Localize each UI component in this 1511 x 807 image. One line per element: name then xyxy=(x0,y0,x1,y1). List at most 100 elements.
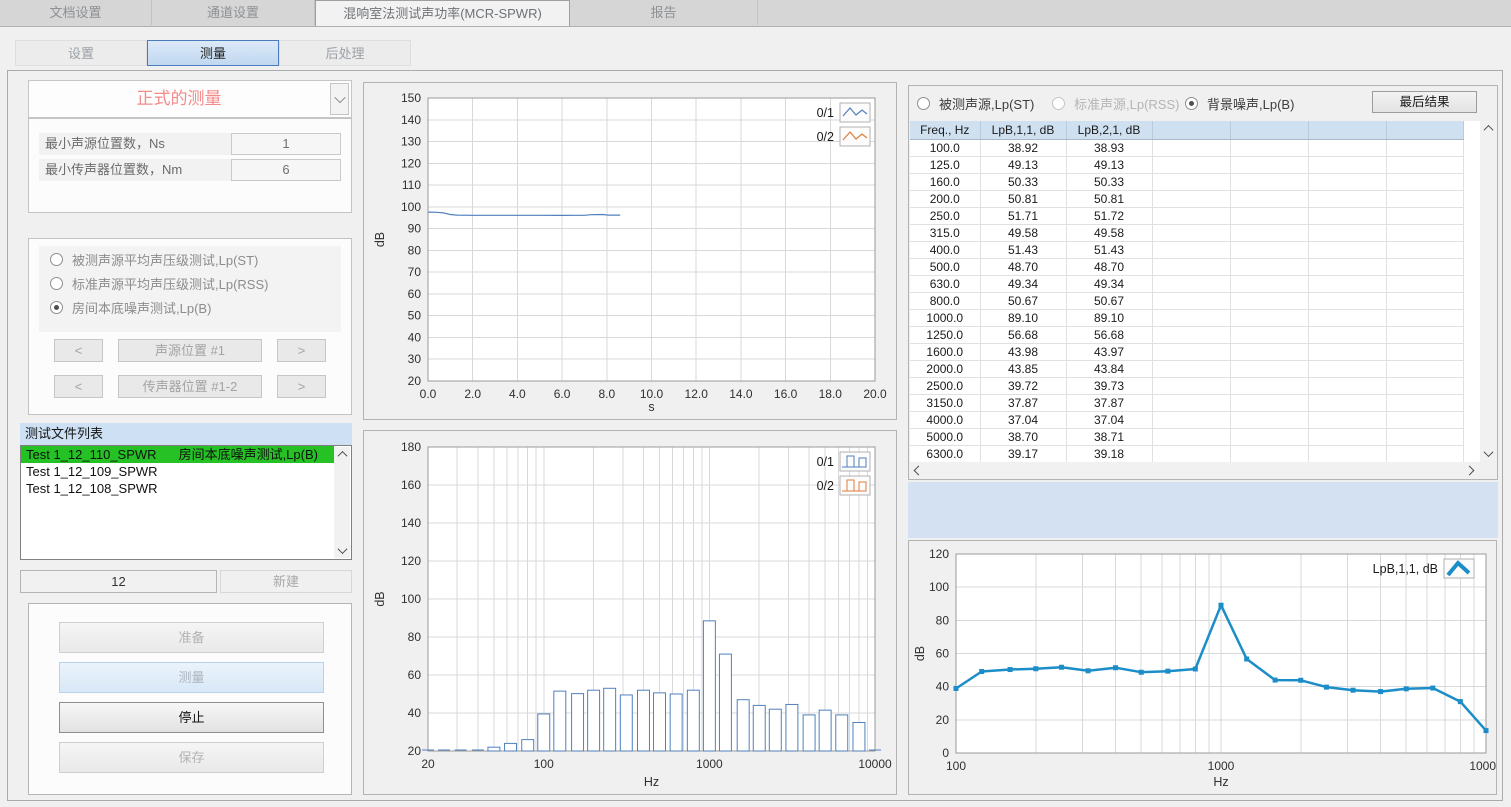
table-cell[interactable] xyxy=(1152,361,1230,378)
table-cell[interactable] xyxy=(1386,208,1463,225)
table-cell[interactable]: 3150.0 xyxy=(910,395,980,412)
table-cell[interactable] xyxy=(1308,174,1386,191)
table-cell[interactable] xyxy=(1386,191,1463,208)
subtab-measure[interactable]: 测量 xyxy=(147,40,279,66)
table-cell[interactable]: 50.67 xyxy=(1066,293,1152,310)
table-cell[interactable] xyxy=(1308,395,1386,412)
table-cell[interactable]: 38.92 xyxy=(980,140,1066,157)
table-row[interactable]: 5000.038.7038.71 xyxy=(910,429,1463,446)
table-cell[interactable]: 50.33 xyxy=(1066,174,1152,191)
mode-dropdown-button[interactable] xyxy=(330,83,349,115)
measure-button[interactable]: 测量 xyxy=(59,662,324,693)
table-cell[interactable] xyxy=(1308,208,1386,225)
table-cell[interactable] xyxy=(1386,225,1463,242)
table-cell[interactable] xyxy=(1152,446,1230,463)
table-cell[interactable] xyxy=(1230,429,1308,446)
table-cell[interactable] xyxy=(1308,293,1386,310)
table-cell[interactable] xyxy=(1308,446,1386,463)
table-cell[interactable]: 38.71 xyxy=(1066,429,1152,446)
table-cell[interactable]: 89.10 xyxy=(980,310,1066,327)
table-cell[interactable]: 48.70 xyxy=(1066,259,1152,276)
source-option-b[interactable]: 背景噪声,Lp(B) xyxy=(1185,95,1294,111)
table-cell[interactable]: 56.68 xyxy=(980,327,1066,344)
source-position-button[interactable]: 声源位置 #1 xyxy=(118,339,262,362)
table-cell[interactable] xyxy=(1152,225,1230,242)
table-cell[interactable]: 43.85 xyxy=(980,361,1066,378)
table-cell[interactable] xyxy=(1230,310,1308,327)
table-cell[interactable] xyxy=(1152,293,1230,310)
table-cell[interactable]: 38.93 xyxy=(1066,140,1152,157)
min-mic-positions-field[interactable]: 6 xyxy=(231,159,341,181)
table-cell[interactable]: 49.13 xyxy=(980,157,1066,174)
table-cell[interactable]: 37.04 xyxy=(980,412,1066,429)
table-cell[interactable]: 800.0 xyxy=(910,293,980,310)
table-row[interactable]: 100.038.9238.93 xyxy=(910,140,1463,157)
table-cell[interactable]: 37.04 xyxy=(1066,412,1152,429)
table-cell[interactable] xyxy=(1230,259,1308,276)
table-cell[interactable] xyxy=(1308,242,1386,259)
column-header-lpb11[interactable]: LpB,1,1, dB xyxy=(980,121,1066,140)
table-cell[interactable]: 56.68 xyxy=(1066,327,1152,344)
table-cell[interactable] xyxy=(1230,344,1308,361)
table-cell[interactable] xyxy=(1230,446,1308,463)
table-cell[interactable]: 50.81 xyxy=(1066,191,1152,208)
table-cell[interactable] xyxy=(1230,140,1308,157)
measurement-mode-select[interactable]: 正式的测量 xyxy=(28,80,352,118)
table-cell[interactable] xyxy=(1152,429,1230,446)
scroll-right-icon[interactable] xyxy=(1462,463,1477,478)
table-cell[interactable]: 1000.0 xyxy=(910,310,980,327)
table-cell[interactable] xyxy=(1152,310,1230,327)
table-cell[interactable] xyxy=(1308,378,1386,395)
table-row[interactable]: 800.050.6750.67 xyxy=(910,293,1463,310)
table-cell[interactable] xyxy=(1386,412,1463,429)
table-cell[interactable] xyxy=(1152,208,1230,225)
column-header-freq[interactable]: Freq., Hz xyxy=(910,121,980,140)
new-test-button[interactable]: 新建 xyxy=(220,570,352,593)
table-cell[interactable] xyxy=(1308,225,1386,242)
table-cell[interactable] xyxy=(1152,327,1230,344)
list-item[interactable]: Test 1_12_110_SPWR 房间本底噪声测试,Lp(B) xyxy=(21,446,334,463)
table-row[interactable]: 1600.043.9843.97 xyxy=(910,344,1463,361)
table-cell[interactable] xyxy=(1386,242,1463,259)
table-cell[interactable]: 43.98 xyxy=(980,344,1066,361)
table-cell[interactable] xyxy=(1308,157,1386,174)
list-scrollbar[interactable] xyxy=(334,447,350,558)
main-tab-document-settings[interactable]: 文档设置 xyxy=(0,0,152,25)
table-cell[interactable] xyxy=(1152,412,1230,429)
radio-icon[interactable] xyxy=(50,277,63,290)
main-tab-channel-settings[interactable]: 通道设置 xyxy=(152,0,315,25)
table-cell[interactable]: 39.72 xyxy=(980,378,1066,395)
table-cell[interactable]: 39.18 xyxy=(1066,446,1152,463)
table-row[interactable]: 6300.039.1739.18 xyxy=(910,446,1463,463)
subtab-settings[interactable]: 设置 xyxy=(15,40,147,66)
radio-icon[interactable] xyxy=(917,97,930,110)
radio-icon[interactable] xyxy=(1185,97,1198,110)
table-cell[interactable] xyxy=(1308,327,1386,344)
table-cell[interactable]: 51.71 xyxy=(980,208,1066,225)
table-cell[interactable] xyxy=(1386,293,1463,310)
table-cell[interactable] xyxy=(1152,242,1230,259)
table-cell[interactable]: 315.0 xyxy=(910,225,980,242)
table-cell[interactable]: 39.17 xyxy=(980,446,1066,463)
table-row[interactable]: 400.051.4351.43 xyxy=(910,242,1463,259)
table-cell[interactable] xyxy=(1230,378,1308,395)
table-cell[interactable]: 39.73 xyxy=(1066,378,1152,395)
scroll-up-icon[interactable] xyxy=(334,447,350,462)
table-cell[interactable]: 400.0 xyxy=(910,242,980,259)
table-row[interactable]: 3150.037.8737.87 xyxy=(910,395,1463,412)
file-count-field[interactable]: 12 xyxy=(20,570,217,593)
table-cell[interactable] xyxy=(1386,327,1463,344)
scroll-down-icon[interactable] xyxy=(1480,446,1496,461)
next-mic-position-button[interactable]: > xyxy=(277,375,326,398)
table-cell[interactable]: 5000.0 xyxy=(910,429,980,446)
table-cell[interactable] xyxy=(1386,276,1463,293)
table-cell[interactable]: 50.33 xyxy=(980,174,1066,191)
table-cell[interactable] xyxy=(1230,191,1308,208)
table-cell[interactable]: 37.87 xyxy=(1066,395,1152,412)
scroll-left-icon[interactable] xyxy=(911,463,926,478)
table-cell[interactable] xyxy=(1386,259,1463,276)
subtab-postprocess[interactable]: 后处理 xyxy=(279,40,411,66)
table-row[interactable]: 2000.043.8543.84 xyxy=(910,361,1463,378)
table-cell[interactable]: 50.67 xyxy=(980,293,1066,310)
source-option-rss[interactable]: 标准声源,Lp(RSS) xyxy=(1052,95,1179,111)
